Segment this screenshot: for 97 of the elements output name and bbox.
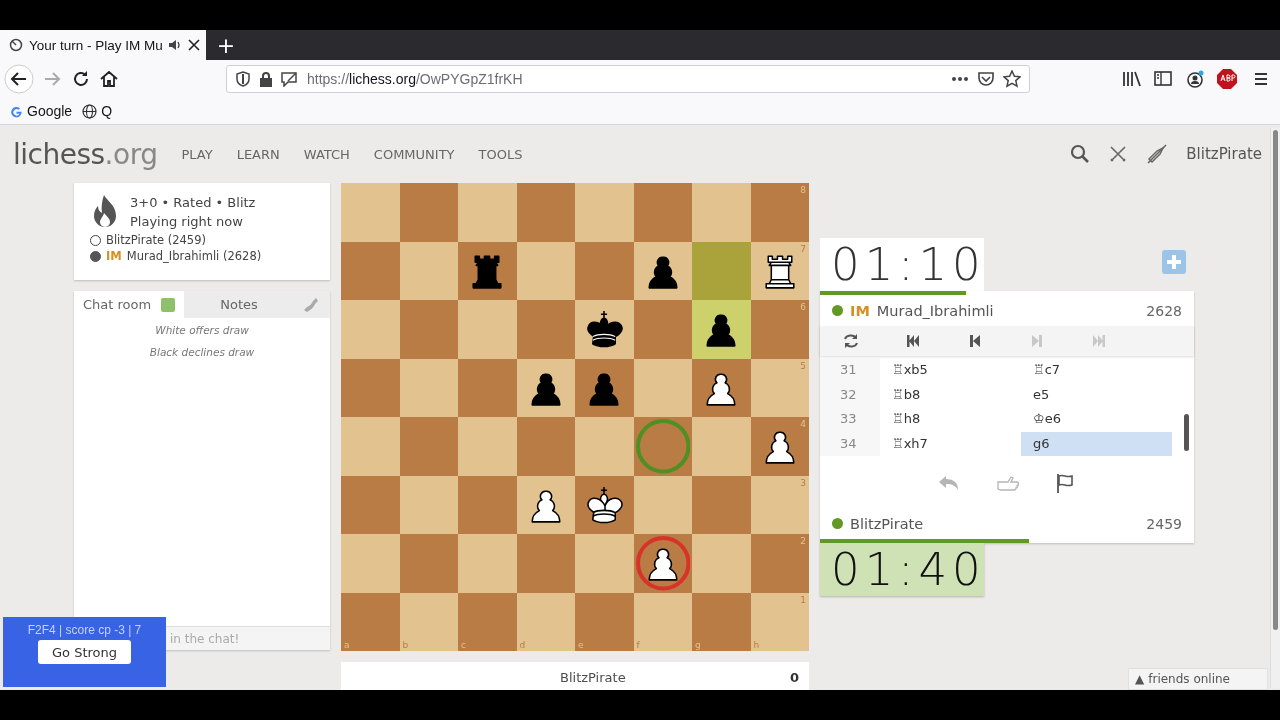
file-label: h — [753, 640, 760, 650]
permissions-icon[interactable] — [281, 71, 299, 87]
board-square[interactable] — [516, 358, 575, 417]
move[interactable]: ♖xb5 — [880, 358, 1021, 383]
rank-label: 7 — [800, 243, 806, 254]
last-move-icon — [1090, 332, 1108, 350]
clock: 01:40 — [820, 543, 984, 596]
scrollbar-thumb[interactable] — [1184, 414, 1189, 451]
game-type: 3+0 • Rated • Blitz — [130, 194, 256, 212]
bookmark[interactable]: Google — [10, 103, 73, 119]
adblock-icon[interactable] — [1214, 66, 1240, 92]
nav-link[interactable]: COMMUNITY — [361, 146, 467, 162]
chat-message: Black declines draw — [148, 346, 256, 358]
file-label: b — [402, 640, 409, 650]
google-icon — [10, 104, 23, 118]
player-link[interactable]: Murad_Ibrahimli (2628) — [126, 249, 262, 263]
board-square[interactable] — [575, 475, 634, 534]
file-label: d — [519, 640, 526, 650]
rank-label: 4 — [800, 419, 806, 429]
player-title: IM — [106, 249, 122, 263]
flip-board-icon — [842, 332, 860, 350]
player-title: IM — [850, 302, 870, 319]
nav-link[interactable]: TOOLS — [466, 146, 535, 162]
player-link[interactable]: Murad_Ibrahimli — [876, 302, 994, 319]
pocket-icon[interactable] — [977, 71, 995, 87]
page-scrollbar[interactable] — [1270, 128, 1280, 688]
board-square[interactable] — [458, 241, 517, 300]
browser-tab[interactable]: Your turn - Play IM Mu — [0, 30, 206, 60]
back-icon[interactable] — [4, 64, 34, 94]
file-label: c — [461, 640, 466, 650]
first-move-icon — [904, 332, 922, 350]
board-square[interactable] — [692, 300, 751, 359]
file-label: e — [578, 640, 584, 650]
board-square[interactable] — [575, 358, 634, 417]
page-loading-icon — [9, 38, 23, 52]
phone-icon[interactable] — [303, 296, 319, 313]
site-logo[interactable]: lichess.org — [13, 137, 158, 171]
close-icon[interactable] — [188, 39, 200, 51]
move[interactable]: ♖h8 — [880, 407, 1021, 432]
move[interactable]: ♖xh7 — [880, 431, 1021, 456]
go-strong-button[interactable]: Go Strong — [38, 640, 131, 664]
clock: 01:10 — [820, 238, 984, 291]
crossed-swords-icon[interactable] — [1108, 144, 1129, 164]
rank-label: 6 — [800, 302, 806, 312]
speaker-icon[interactable] — [168, 38, 182, 52]
game-status: Playing right now — [130, 213, 244, 231]
board-square[interactable] — [692, 358, 751, 417]
move[interactable]: ♖c7 — [1021, 358, 1172, 383]
board-square[interactable] — [575, 300, 634, 359]
player-rating: 2628 — [1146, 302, 1182, 319]
friends-label: friends online — [1148, 672, 1230, 686]
engine-info: F2F4 | score cp -3 | 7 — [27, 623, 142, 637]
caret-icon: ▲ — [1135, 672, 1145, 686]
search-icon[interactable] — [1070, 144, 1091, 164]
more-icon[interactable] — [951, 76, 969, 82]
move[interactable]: ♖b8 — [880, 382, 1021, 407]
tab-title: Your turn - Play IM Mu — [29, 37, 162, 53]
globe-icon — [82, 103, 98, 119]
rank-label: 2 — [800, 536, 806, 546]
bookmark[interactable]: Q — [82, 103, 113, 119]
file-label: f — [636, 640, 640, 650]
file-label: a — [344, 640, 350, 650]
nav-link[interactable]: PLAY — [169, 146, 225, 162]
username-link[interactable]: BlitzPirate — [1186, 145, 1262, 163]
player-rating: 2459 — [1146, 515, 1182, 532]
rank-label: 1 — [800, 594, 806, 605]
star-icon[interactable] — [1003, 70, 1021, 88]
chat-tab[interactable]: Chat room — [74, 291, 184, 318]
sound-off-icon[interactable] — [1146, 144, 1169, 164]
board-square[interactable] — [633, 241, 692, 300]
move-number: 31 — [820, 358, 880, 383]
move-number: 33 — [820, 407, 880, 432]
player-link[interactable]: BlitzPirate (2459) — [106, 233, 206, 247]
move[interactable]: g6 — [1021, 431, 1172, 456]
chat-message: White offers draw — [154, 324, 250, 336]
file-label: g — [695, 640, 701, 650]
move-number: 34 — [820, 431, 880, 456]
nav-link[interactable]: WATCH — [291, 146, 362, 162]
player-name: BlitzPirate — [560, 669, 626, 685]
home-icon[interactable] — [98, 68, 120, 90]
plus-icon[interactable] — [1162, 250, 1186, 274]
nav-link[interactable]: LEARN — [224, 146, 292, 162]
move[interactable]: ♔e6 — [1021, 407, 1172, 432]
move-number: 32 — [820, 382, 880, 407]
rank-label: 3 — [800, 477, 806, 488]
material-score: 0 — [789, 669, 799, 685]
new-tab-button[interactable]: + — [206, 30, 246, 60]
rank-label: 8 — [800, 185, 806, 195]
player-link[interactable]: BlitzPirate — [850, 515, 924, 532]
rank-label: 5 — [800, 360, 806, 371]
friends-bar[interactable]: ▲ friends online — [1128, 668, 1268, 690]
board-square[interactable] — [516, 475, 575, 534]
address-bar[interactable]: https://lichess.org/OwPYGpZ1frKH — [226, 65, 1030, 93]
move[interactable]: e5 — [1021, 382, 1172, 407]
shield-icon[interactable] — [235, 71, 251, 87]
lock-icon — [259, 71, 273, 87]
chat-toggle[interactable] — [161, 297, 175, 312]
